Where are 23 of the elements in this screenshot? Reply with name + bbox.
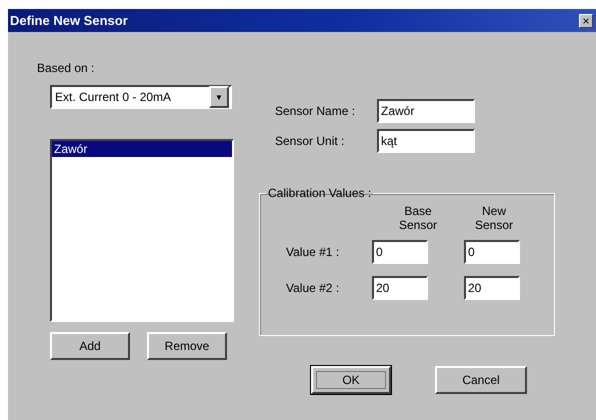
- value-field[interactable]: 20: [464, 276, 520, 300]
- value-label: Value #1 :: [285, 245, 340, 259]
- value-field[interactable]: 0: [372, 240, 428, 264]
- text-field[interactable]: Zawór: [377, 99, 475, 123]
- field-label: Sensor Name :: [274, 104, 356, 118]
- field-label: Sensor Unit :: [274, 134, 346, 148]
- sensor-list-item[interactable]: Zawór: [52, 141, 232, 157]
- value-field[interactable]: 20: [372, 276, 428, 300]
- ok-button[interactable]: OK: [311, 366, 391, 394]
- window-title: Define New Sensor: [10, 13, 128, 28]
- column-header: New Sensor: [474, 204, 514, 232]
- column-header: Base Sensor: [398, 204, 438, 232]
- dropdown-arrow-button[interactable]: ▼: [209, 86, 229, 108]
- close-button[interactable]: ×: [579, 14, 593, 28]
- remove-button[interactable]: Remove: [147, 332, 227, 360]
- sensor-type-dropdown[interactable]: Ext. Current 0 - 20mA ▼: [50, 85, 232, 109]
- based-on-label: Based on :: [37, 61, 96, 75]
- add-button[interactable]: Add: [50, 332, 130, 360]
- value-field[interactable]: 0: [464, 240, 520, 264]
- cancel-button[interactable]: Cancel: [435, 366, 527, 394]
- text-field[interactable]: kąt: [377, 129, 475, 153]
- group-title: Calibration Values :: [267, 186, 372, 200]
- value-label: Value #2 :: [285, 281, 340, 295]
